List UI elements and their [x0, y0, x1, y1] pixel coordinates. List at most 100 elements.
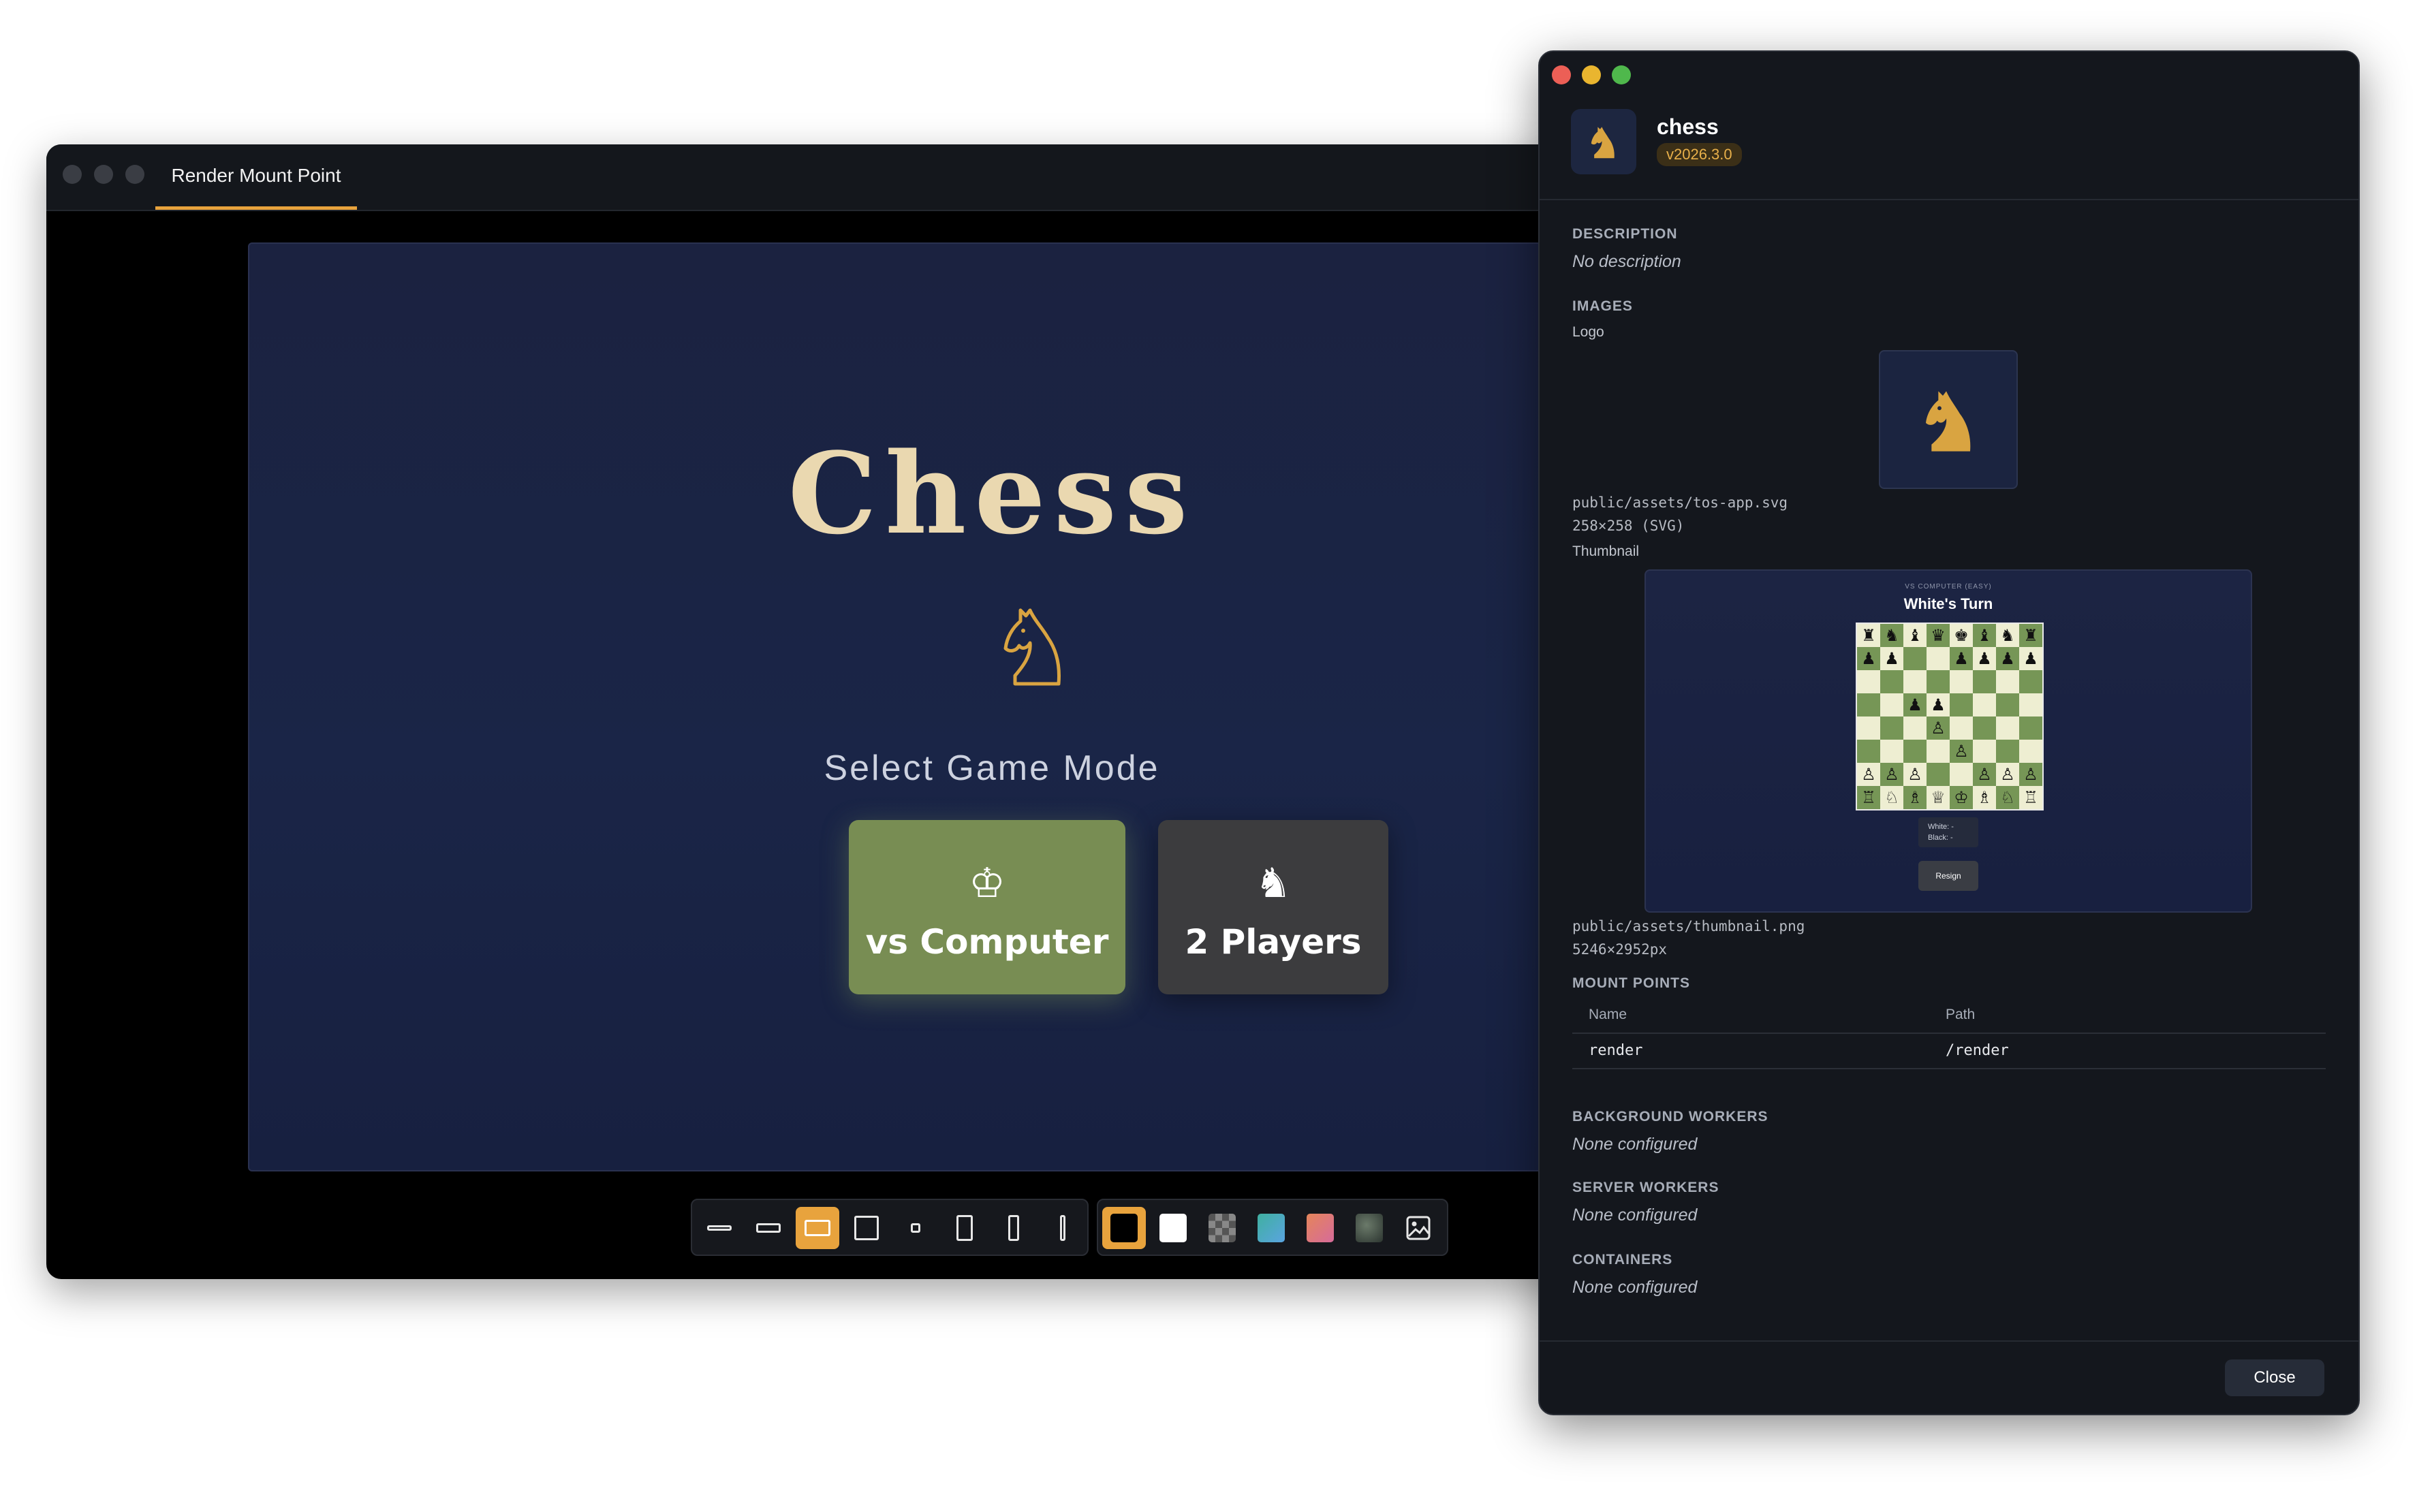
containers-value: None configured — [1572, 1278, 1698, 1297]
size-tiny-button[interactable] — [894, 1207, 937, 1249]
app-name: chess — [1657, 114, 1719, 139]
bg-teal-gradient-button[interactable] — [1249, 1207, 1293, 1249]
board-square — [1903, 740, 1927, 763]
mount-name: render — [1589, 1042, 1643, 1059]
king-icon: ♔ — [969, 860, 1005, 907]
board-square — [1880, 670, 1903, 693]
column-path: Path — [1946, 1007, 1976, 1022]
panel-close-traffic-light[interactable] — [1552, 65, 1571, 84]
board-square: ♟ — [1996, 647, 2019, 670]
board-square: ♟ — [1880, 647, 1903, 670]
board-square: ♞ — [1880, 624, 1903, 647]
size-tall-button[interactable] — [992, 1207, 1035, 1249]
header-divider — [1540, 199, 2358, 200]
board-square — [1880, 716, 1903, 740]
board-square — [1927, 647, 1950, 670]
title-bar: Render Mount Point — [46, 144, 1655, 211]
bg-photo-button[interactable] — [1347, 1207, 1391, 1249]
vs-computer-button[interactable]: ♔ vs Computer — [849, 820, 1125, 994]
close-button[interactable]: Close — [2225, 1359, 2324, 1396]
board-square — [1903, 716, 1927, 740]
logo-label: Logo — [1572, 324, 1604, 340]
image-icon[interactable] — [1397, 1207, 1440, 1249]
description-heading: DESCRIPTION — [1572, 226, 1678, 242]
knight-logo-icon — [1926, 391, 1971, 452]
size-landscape-button[interactable] — [796, 1207, 839, 1249]
tab-label: Render Mount Point — [171, 165, 341, 186]
bg-sunset-gradient-button[interactable] — [1298, 1207, 1342, 1249]
two-players-button[interactable]: ♞ 2 Players — [1158, 820, 1388, 994]
board-square — [1857, 716, 1880, 740]
board-square — [1857, 693, 1880, 716]
active-tab-indicator — [155, 206, 357, 210]
logo-path: public/assets/tos-app.svg — [1572, 494, 1788, 511]
thumbnail-turn: White's Turn — [1903, 595, 1993, 612]
board-square — [1857, 670, 1880, 693]
board-square — [1927, 740, 1950, 763]
app-icon — [1571, 109, 1636, 174]
description-text: No description — [1572, 252, 1681, 271]
tab-render-mount-point[interactable]: Render Mount Point — [155, 144, 357, 210]
black-score: Black: - — [1928, 834, 1953, 842]
board-square: ♛ — [1927, 624, 1950, 647]
mount-path: /render — [1946, 1042, 2009, 1059]
size-preset-group — [691, 1199, 1089, 1256]
board-square — [1927, 670, 1950, 693]
background-workers-value: None configured — [1572, 1135, 1698, 1154]
board-square — [1903, 647, 1927, 670]
logo-preview — [1879, 350, 2018, 489]
board-square: ♙ — [1857, 763, 1880, 786]
board-square — [1973, 740, 1996, 763]
panel-zoom-traffic-light[interactable] — [1612, 65, 1631, 84]
close-window-button[interactable] — [63, 165, 82, 184]
board-square — [1950, 670, 1973, 693]
resign-button: Resign — [1918, 861, 1978, 891]
board-square: ♟ — [1857, 647, 1880, 670]
game-title: Chess — [788, 428, 1196, 559]
board-square — [1973, 693, 1996, 716]
board-square: ♟ — [1973, 647, 1996, 670]
thumbnail-size: 5246×2952px — [1572, 941, 1668, 958]
thumbnail-subtitle: VS COMPUTER (EASY) — [1905, 583, 1992, 590]
footer-divider — [1540, 1340, 2358, 1342]
size-portrait-button[interactable] — [943, 1207, 986, 1249]
board-square: ♘ — [1996, 786, 2019, 809]
board-square: ♝ — [1973, 624, 1996, 647]
panel-minimize-traffic-light[interactable] — [1582, 65, 1601, 84]
board-square: ♝ — [1903, 624, 1927, 647]
thumbnail-preview: VS COMPUTER (EASY) White's Turn ♜ ♞ ♝ ♛ ♚ ♝ ♞ ♜… — [1644, 569, 2252, 913]
chess-board: ♜ ♞ ♝ ♛ ♚ ♝ ♞ ♜ ♟ ♟ ♟ ♟ ♟ ♟ ♟ ♟ ♙ ♙ ♙ ♙ ♙ ♙ ♙ ♙ ♖ ♘ ♗ ♕ ♔ ♗ ♘ ♖ — [1856, 623, 2044, 810]
render-window: Render Mount Point Chess Select Game Mod… — [46, 144, 1655, 1279]
bg-black-button[interactable] — [1102, 1207, 1146, 1249]
server-workers-value: None configured — [1572, 1206, 1698, 1225]
version-badge: v2026.3.0 — [1657, 143, 1742, 166]
two-players-label: 2 Players — [1185, 922, 1362, 962]
mount-points-heading: MOUNT POINTS — [1572, 975, 1690, 991]
zoom-window-button[interactable] — [125, 165, 144, 184]
game-stage: Chess Select Game Mode ♔ vs Computer ♞ 2… — [248, 242, 1655, 1171]
board-square: ♗ — [1973, 786, 1996, 809]
board-square — [2019, 670, 2042, 693]
board-square: ♜ — [1857, 624, 1880, 647]
board-square: ♖ — [1857, 786, 1880, 809]
board-square: ♕ — [1927, 786, 1950, 809]
background-group — [1097, 1199, 1448, 1256]
board-square — [1903, 670, 1927, 693]
logo-size: 258×258 (SVG) — [1572, 518, 1685, 534]
bg-checker-button[interactable] — [1200, 1207, 1244, 1249]
minimize-window-button[interactable] — [94, 165, 113, 184]
board-square — [1996, 740, 2019, 763]
board-square — [1880, 740, 1903, 763]
size-wide-button[interactable] — [747, 1207, 790, 1249]
board-square: ♟ — [2019, 647, 2042, 670]
bg-white-button[interactable] — [1151, 1207, 1195, 1249]
knight-logo-icon — [1000, 601, 1068, 693]
board-square — [1927, 763, 1950, 786]
board-square: ♟ — [1927, 693, 1950, 716]
size-wide-short-button[interactable] — [698, 1207, 741, 1249]
board-square: ♘ — [1880, 786, 1903, 809]
board-square — [1857, 740, 1880, 763]
size-very-tall-button[interactable] — [1041, 1207, 1085, 1249]
size-square-button[interactable] — [845, 1207, 888, 1249]
board-square — [1880, 693, 1903, 716]
